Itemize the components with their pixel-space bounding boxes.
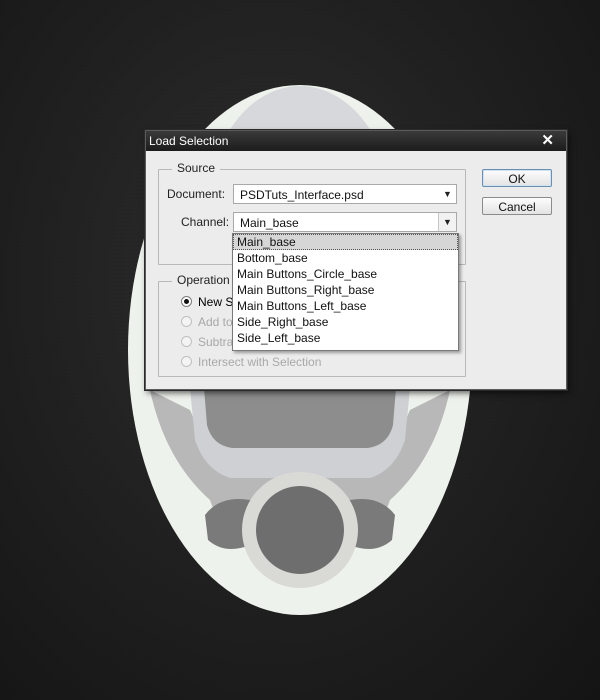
- radio-label: Intersect with Selection: [198, 355, 322, 369]
- cancel-button[interactable]: Cancel: [482, 197, 552, 215]
- radio-button[interactable]: [181, 356, 192, 367]
- radio-button[interactable]: [181, 336, 192, 347]
- dialog-title: Load Selection: [149, 134, 229, 148]
- device-screen: [204, 388, 396, 448]
- dropdown-item[interactable]: Side_Left_base: [233, 330, 458, 346]
- channel-label: Channel:: [181, 215, 230, 229]
- ok-button[interactable]: OK: [482, 169, 552, 187]
- chevron-down-icon: ▼: [443, 189, 452, 199]
- document-label: Document:: [167, 187, 226, 201]
- device-circle-button: [256, 486, 344, 574]
- channel-select-value: Main_base: [240, 216, 299, 230]
- channel-select[interactable]: Main_base ▼: [233, 212, 457, 232]
- operation-legend: Operation: [172, 273, 235, 287]
- radio-button[interactable]: [181, 316, 192, 327]
- dialog-titlebar[interactable]: Load Selection ✕: [146, 131, 566, 151]
- source-legend: Source: [172, 161, 221, 175]
- dropdown-item[interactable]: Side_Right_base: [233, 314, 458, 330]
- dropdown-item[interactable]: Main Buttons_Left_base: [233, 298, 458, 314]
- document-select-value: PSDTuts_Interface.psd: [240, 188, 364, 202]
- dropdown-item[interactable]: Main Buttons_Circle_base: [233, 266, 458, 282]
- document-select[interactable]: PSDTuts_Interface.psd ▼: [233, 184, 457, 204]
- dropdown-item[interactable]: Bottom_base: [233, 250, 458, 266]
- dropdown-item[interactable]: Main Buttons_Right_base: [233, 282, 458, 298]
- chevron-down-icon: ▼: [438, 213, 456, 231]
- channel-dropdown-list: Main_base Bottom_base Main Buttons_Circl…: [232, 233, 459, 351]
- close-icon[interactable]: ✕: [541, 131, 554, 151]
- dropdown-item[interactable]: Main_base: [233, 234, 458, 250]
- radio-button[interactable]: [181, 296, 192, 307]
